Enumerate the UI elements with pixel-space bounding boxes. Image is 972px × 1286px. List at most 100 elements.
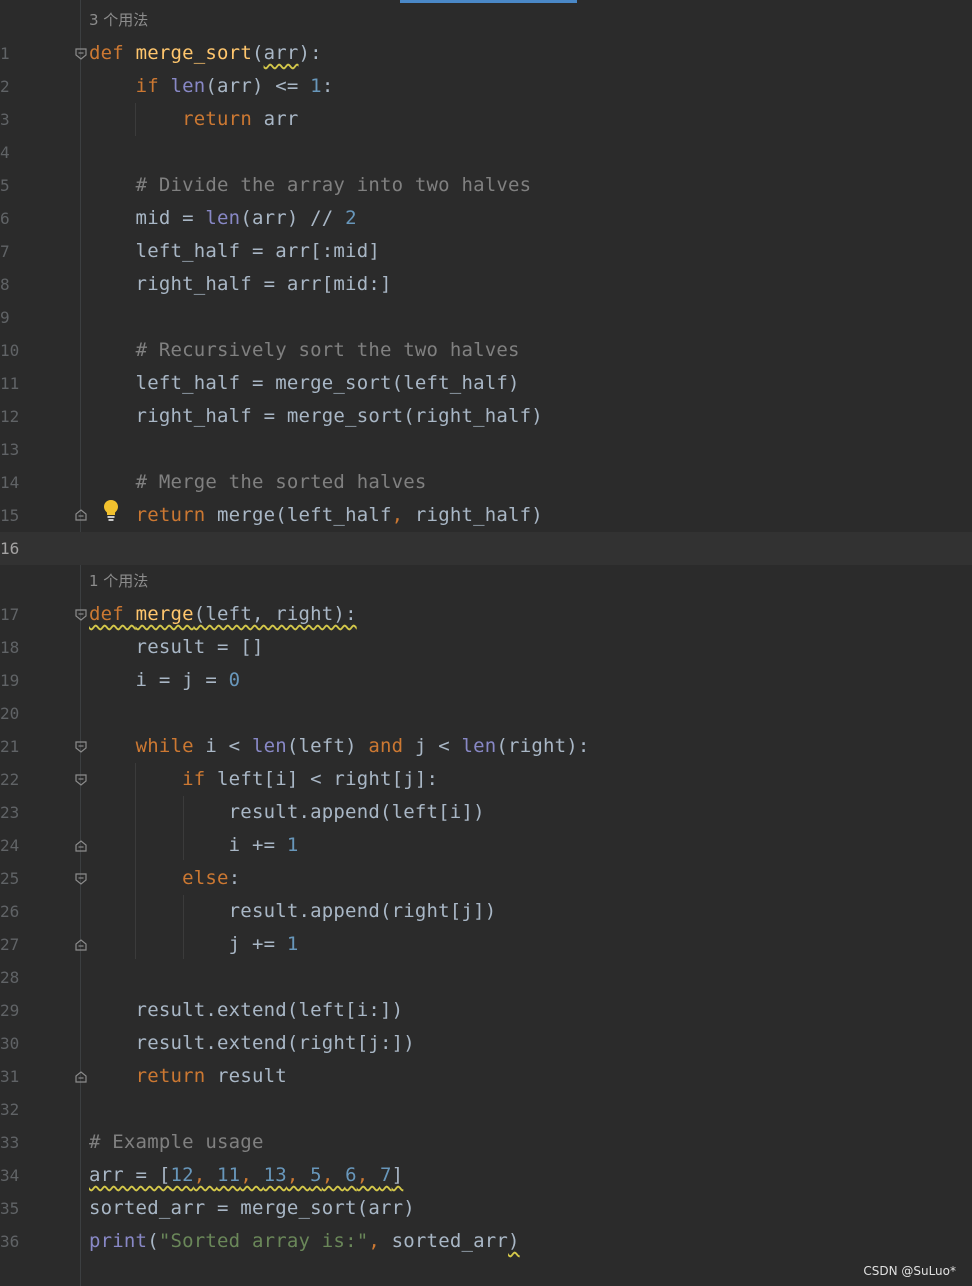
line-number: 32 [0,1100,20,1119]
line-number: 18 [0,638,20,657]
line-code[interactable]: return merge(left_half, right_half) [89,499,543,532]
line-number: 7 [0,242,10,261]
line-code[interactable]: i = j = 0 [89,664,241,697]
line-number: 22 [0,770,20,789]
line-code[interactable]: arr = [12, 11, 13, 5, 6, 7] [89,1159,403,1192]
line-number: 20 [0,704,20,723]
usage-hint-merge[interactable]: 1 个用法 [89,565,148,598]
line-number: 14 [0,473,20,492]
usage-hint-merge-sort[interactable]: 3 个用法 [89,4,148,37]
line-code[interactable]: # Example usage [89,1126,264,1159]
line-number: 27 [0,935,20,954]
code-line[interactable]: 33 # Example usage [0,1126,972,1159]
line-code[interactable]: result.extend(right[j:]) [89,1027,415,1060]
line-code[interactable]: mid = len(arr) // 2 [89,202,357,235]
fold-close-icon[interactable] [74,839,88,853]
fold-open-icon[interactable] [74,740,88,754]
fold-close-icon[interactable] [74,1070,88,1084]
line-code[interactable]: if len(arr) <= 1: [89,70,334,103]
line-code[interactable]: sorted_arr = merge_sort(arr) [89,1192,415,1225]
code-line[interactable]: 26 result.append(right[j]) [0,895,972,928]
line-code[interactable]: # Recursively sort the two halves [89,334,520,367]
code-line[interactable]: 7 left_half = arr[:mid] [0,235,972,268]
line-number: 6 [0,209,10,228]
code-line[interactable]: 27 j += 1 [0,928,972,961]
code-line[interactable]: 8 right_half = arr[mid:] [0,268,972,301]
line-code[interactable]: def merge_sort(arr): [89,37,322,70]
fold-close-icon[interactable] [74,508,88,522]
line-number: 3 [0,110,10,129]
line-code[interactable]: i += 1 [89,829,299,862]
fold-close-icon[interactable] [74,938,88,952]
line-code[interactable]: j += 1 [89,928,299,961]
code-line[interactable]: 6 mid = len(arr) // 2 [0,202,972,235]
line-code[interactable]: return arr [89,103,299,136]
line-number: 4 [0,143,10,162]
line-code[interactable]: return result [89,1060,287,1093]
indent-guide [183,895,184,959]
code-line[interactable]: 17 def merge(left, right): [0,598,972,631]
indent-guide [135,103,136,136]
code-line[interactable]: 28 [0,961,972,994]
line-code[interactable]: result.append(left[i]) [89,796,485,829]
code-line[interactable]: 21 while i < len(left) and j < len(right… [0,730,972,763]
code-line[interactable]: 20 [0,697,972,730]
code-line[interactable]: 13 [0,433,972,466]
line-code[interactable]: result = [] [89,631,264,664]
fold-open-icon[interactable] [74,872,88,886]
code-line[interactable]: 9 [0,301,972,334]
code-line[interactable]: 2 if len(arr) <= 1: [0,70,972,103]
code-line[interactable]: 35 sorted_arr = merge_sort(arr) [0,1192,972,1225]
code-line[interactable]: 3 return arr [0,103,972,136]
line-code[interactable]: print("Sorted array is:", sorted_arr) [89,1225,520,1258]
code-line[interactable]: 12 right_half = merge_sort(right_half) [0,400,972,433]
fold-open-icon[interactable] [74,608,88,622]
code-line[interactable]: 22 if left[i] < right[j]: [0,763,972,796]
line-number: 8 [0,275,10,294]
line-number: 21 [0,737,20,756]
line-code[interactable]: # Merge the sorted halves [89,466,427,499]
code-line[interactable]: 32 [0,1093,972,1126]
line-number: 15 [0,506,20,525]
code-line[interactable]: 34 arr = [12, 11, 13, 5, 6, 7] [0,1159,972,1192]
line-code[interactable]: right_half = arr[mid:] [89,268,392,301]
line-number: 34 [0,1166,20,1185]
code-line[interactable]: 30 result.extend(right[j:]) [0,1027,972,1060]
code-line[interactable]: 25 else: [0,862,972,895]
code-line[interactable]: 18 result = [] [0,631,972,664]
line-code[interactable]: else: [89,862,240,895]
code-line[interactable]: 36 print("Sorted array is:", sorted_arr) [0,1225,972,1258]
code-line[interactable]: 1 def merge_sort(arr): [0,37,972,70]
line-number: 26 [0,902,20,921]
fold-open-icon[interactable] [74,47,88,61]
line-number: 23 [0,803,20,822]
line-code[interactable]: left_half = merge_sort(left_half) [89,367,520,400]
code-line[interactable]: 24 i += 1 [0,829,972,862]
line-code[interactable]: if left[i] < right[j]: [89,763,438,796]
code-line[interactable]: 11 left_half = merge_sort(left_half) [0,367,972,400]
code-line[interactable]: 5 # Divide the array into two halves [0,169,972,202]
code-line[interactable]: 10 # Recursively sort the two halves [0,334,972,367]
line-code[interactable]: result.append(right[j]) [89,895,497,928]
code-line[interactable]: 14 # Merge the sorted halves [0,466,972,499]
code-line[interactable]: 31 return result [0,1060,972,1093]
code-line[interactable]: 29 result.extend(left[i:]) [0,994,972,1027]
line-number: 5 [0,176,10,195]
line-code[interactable]: while i < len(left) and j < len(right): [89,730,590,763]
fold-open-icon[interactable] [74,773,88,787]
line-code[interactable]: right_half = merge_sort(right_half) [89,400,543,433]
line-code[interactable]: result.extend(left[i:]) [89,994,404,1027]
line-code[interactable]: def merge(left, right): [89,598,357,631]
line-code[interactable]: # Divide the array into two halves [89,169,532,202]
line-code[interactable]: left_half = arr[:mid] [89,235,380,268]
code-line[interactable]: 23 result.append(left[i]) [0,796,972,829]
code-line[interactable]: 19 i = j = 0 [0,664,972,697]
code-line[interactable]: 4 [0,136,972,169]
lightbulb-icon[interactable] [102,499,120,523]
code-line[interactable]: 16 [0,532,972,565]
line-number: 29 [0,1001,20,1020]
code-line[interactable]: 15 return merge(left_half, right_half) [0,499,972,532]
code-editor[interactable]: 3 个用法 1 个用法 1 def merge_sort(arr): 2 if le… [0,0,972,1286]
line-number: 36 [0,1232,20,1251]
line-number: 30 [0,1034,20,1053]
